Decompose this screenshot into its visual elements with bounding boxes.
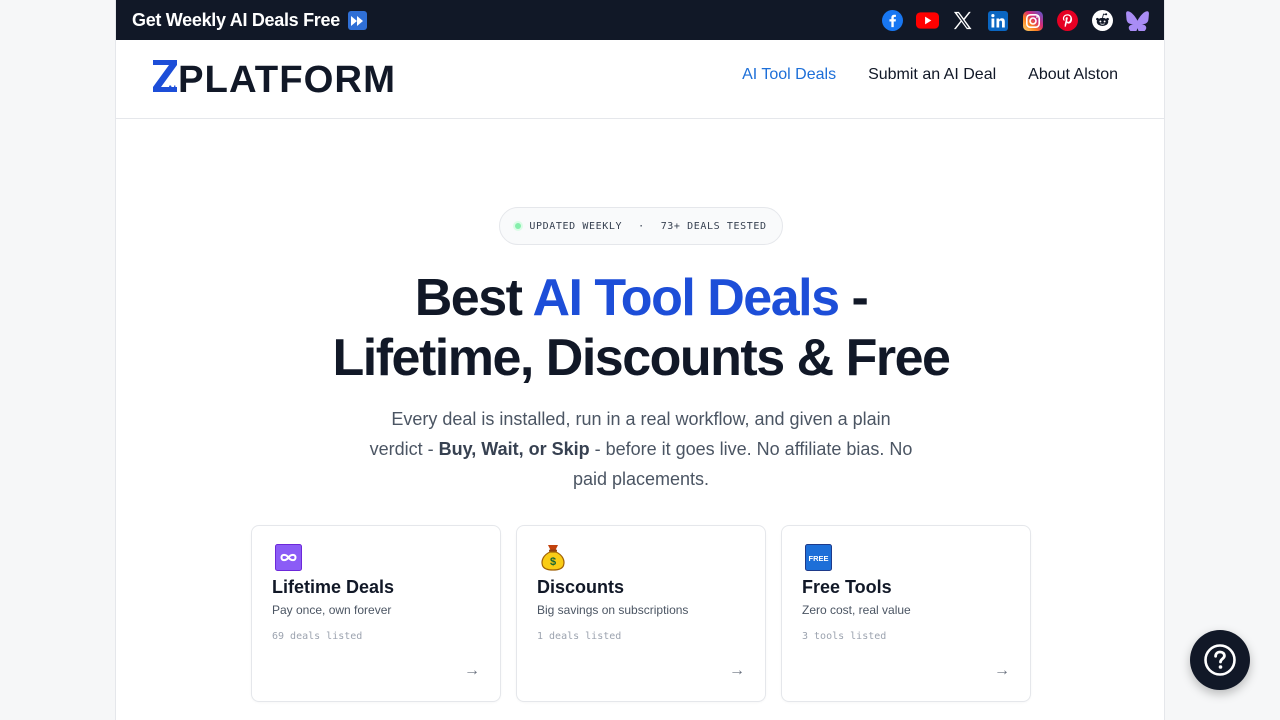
card-count: 69 deals listed	[272, 631, 363, 642]
reddit-icon[interactable]	[1091, 9, 1114, 32]
svg-text:PLATFORM: PLATFORM	[178, 59, 396, 94]
card-lifetime-deals[interactable]: Lifetime Deals Pay once, own forever 69 …	[251, 525, 501, 702]
pinterest-icon[interactable]	[1056, 9, 1079, 32]
card-count: 3 tools listed	[802, 631, 887, 642]
weekly-deals-link[interactable]: Get Weekly AI Deals Free	[132, 10, 367, 31]
desc-part2: - before it goes live. No affiliate bias…	[572, 439, 913, 489]
badge-deals-tested: 73+ DEALS TESTED	[660, 220, 767, 232]
badge-updated: UPDATED WEEKLY	[529, 220, 623, 232]
site-logo[interactable]: AI PLATFORM	[152, 58, 397, 94]
question-icon	[1204, 644, 1236, 676]
title-line2: Lifetime, Discounts & Free	[332, 329, 951, 387]
free-icon: FREE	[804, 543, 832, 571]
arrow-right-icon: →	[994, 662, 1010, 679]
card-title: Lifetime Deals	[272, 577, 395, 597]
category-cards: Lifetime Deals Pay once, own forever 69 …	[251, 525, 1031, 702]
card-title: Free Tools	[802, 577, 892, 597]
card-title: Discounts	[537, 577, 625, 597]
instagram-icon[interactable]	[1021, 9, 1044, 32]
money-bag-icon: $	[539, 543, 567, 571]
main-nav: AI Tool Deals Submit an AI Deal About Al…	[742, 66, 1118, 84]
promo-text: Get Weekly AI Deals Free	[132, 10, 340, 30]
card-free-tools[interactable]: FREE Free Tools Zero cost, real value 3 …	[781, 525, 1031, 702]
badge-separator: ·	[638, 220, 645, 232]
svg-text:$: $	[550, 556, 556, 568]
logo-mark: AI PLATFORM	[153, 59, 396, 94]
nav-submit-deal[interactable]: Submit an AI Deal	[868, 66, 996, 84]
facebook-icon[interactable]	[881, 9, 904, 32]
card-count: 1 deals listed	[537, 631, 622, 642]
nav-about[interactable]: About Alston	[1028, 66, 1118, 84]
bluesky-icon[interactable]	[1126, 9, 1149, 32]
title-highlight: AI Tool Deals	[532, 269, 840, 327]
arrow-right-icon: →	[464, 662, 480, 679]
hero-description: Every deal is installed, run in a real w…	[366, 404, 916, 494]
status-dot	[515, 223, 522, 229]
youtube-icon[interactable]	[916, 9, 939, 32]
arrow-right-icon: →	[729, 662, 745, 679]
card-subtitle: Pay once, own forever	[272, 603, 392, 617]
site-header: AI PLATFORM AI Tool Deals Submit an AI D…	[116, 40, 1164, 119]
svg-text:FREE: FREE	[808, 554, 828, 563]
top-bar: Get Weekly AI Deals Free	[116, 0, 1164, 40]
page: Get Weekly AI Deals Free AI PLATFORM AI …	[115, 0, 1165, 720]
infinity-icon	[274, 543, 302, 571]
x-icon[interactable]	[951, 9, 974, 32]
help-button[interactable]	[1190, 630, 1250, 690]
status-badge: UPDATED WEEKLY · 73+ DEALS TESTED	[499, 207, 783, 245]
card-subtitle: Zero cost, real value	[802, 603, 911, 617]
social-links	[881, 9, 1149, 32]
desc-verdicts: Buy, Wait, or Skip	[438, 439, 590, 459]
title-part1: Best	[414, 269, 533, 327]
title-part2: -	[838, 269, 868, 327]
page-title: Best AI Tool Deals - Lifetime, Discounts…	[116, 268, 1164, 388]
fast-forward-icon	[347, 11, 367, 30]
linkedin-icon[interactable]	[986, 9, 1009, 32]
card-subtitle: Big savings on subscriptions	[537, 603, 689, 617]
card-discounts[interactable]: $ Discounts Big savings on subscriptions…	[516, 525, 766, 702]
svg-text:AI: AI	[167, 84, 176, 94]
nav-ai-tool-deals[interactable]: AI Tool Deals	[742, 66, 836, 84]
